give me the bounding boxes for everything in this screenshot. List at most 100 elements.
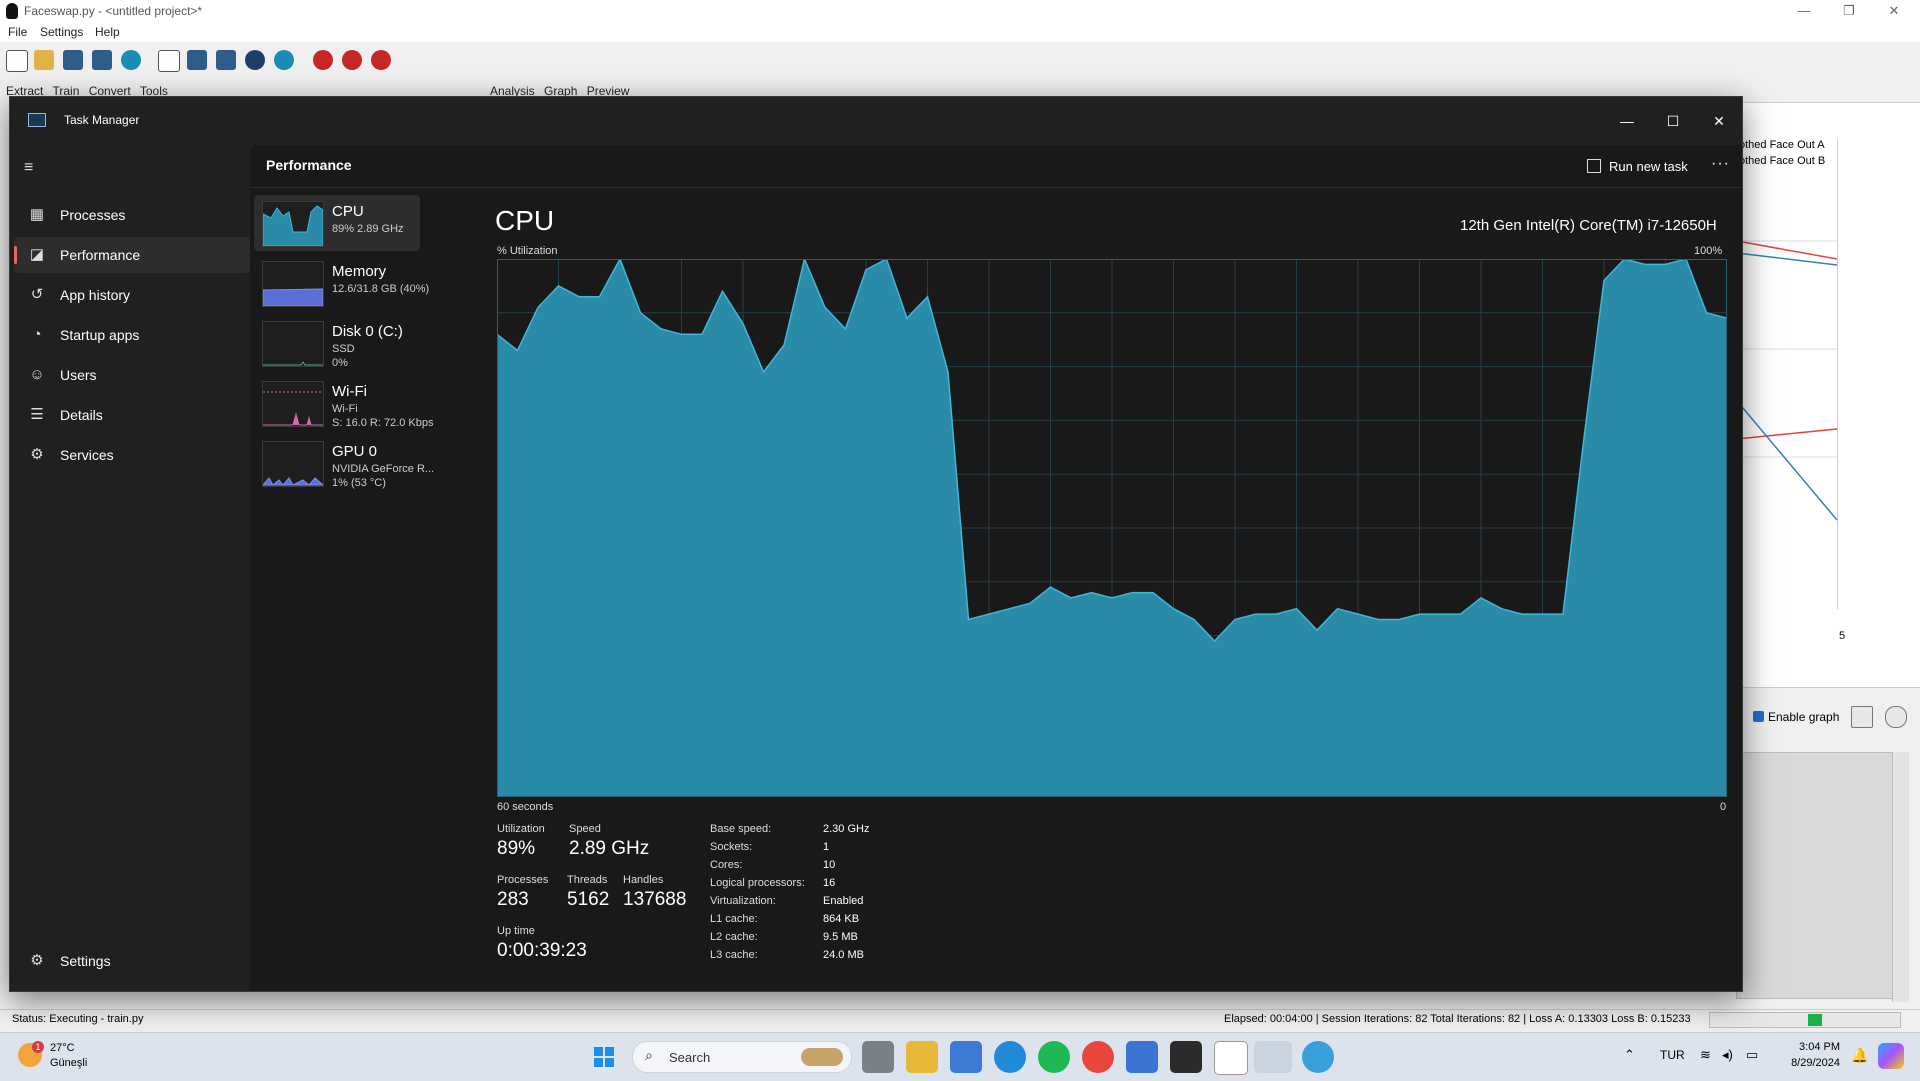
faceswap-logo-icon (6, 3, 18, 19)
nav-app-history[interactable]: ↺ App history (14, 277, 250, 313)
weather-desc[interactable]: Güneşli (50, 1057, 87, 1069)
performance-header: Performance Run new task ··· (250, 145, 1742, 188)
chrome-icon[interactable] (1082, 1041, 1114, 1073)
resource-cpu[interactable]: CPU 89% 2.89 GHz (254, 195, 420, 251)
faceswap-taskbar-icon[interactable] (1214, 1041, 1248, 1075)
patreon-icon[interactable] (371, 50, 391, 70)
clock-date[interactable]: 8/29/2024 (1780, 1057, 1840, 1069)
page-title: Performance (266, 157, 352, 173)
task-manager-title: Task Manager (64, 113, 140, 127)
hamburger-menu-icon[interactable]: ≡ (24, 159, 42, 177)
menu-file[interactable]: File (8, 25, 27, 39)
file-explorer-icon[interactable] (906, 1041, 938, 1073)
clear-icon[interactable] (245, 50, 265, 70)
nav-performance-label: Performance (60, 247, 141, 263)
cpu-heading: CPU (495, 205, 555, 236)
microsoft-store-icon[interactable] (950, 1041, 982, 1073)
globe-app-icon[interactable] (1302, 1041, 1334, 1073)
spec-value: 9.5 MB (823, 931, 858, 943)
nav-services[interactable]: ⚙ Services (14, 437, 250, 473)
faceswap-window-title: Faceswap.py - <untitled project>* (24, 4, 203, 18)
save-task-as-icon[interactable] (216, 50, 236, 70)
input-language[interactable]: TUR (1660, 1048, 1685, 1062)
refresh-graph-icon[interactable] (1885, 706, 1907, 728)
resource-wifi[interactable]: Wi-Fi Wi-Fi S: 16.0 R: 72.0 Kbps (254, 375, 434, 431)
nav-processes[interactable]: ▦ Processes (14, 197, 250, 233)
tm-minimize-button[interactable]: — (1604, 105, 1650, 137)
terminal-icon[interactable] (1170, 1041, 1202, 1073)
uptime-label: Up time (497, 925, 535, 937)
forum-icon[interactable] (342, 50, 362, 70)
performance-page: Performance Run new task ··· CPU 89% 2.8… (250, 145, 1742, 991)
resource-disk[interactable]: Disk 0 (C:) SSD 0% (254, 315, 420, 371)
resource-wifi-adapter: Wi-Fi (332, 403, 358, 415)
spotify-icon[interactable] (1038, 1041, 1070, 1073)
nav-users[interactable]: ☺ Users (14, 357, 250, 393)
spec-label: Base speed: (710, 823, 772, 835)
spec-value: 1 (823, 841, 830, 853)
wifi-mini-chart (263, 391, 323, 426)
tm-close-button[interactable]: ✕ (1696, 105, 1742, 137)
spec-label: Logical processors: (710, 877, 805, 889)
save-graph-icon[interactable] (1851, 706, 1873, 728)
taskbar-search-box[interactable]: ⌕ Search (632, 1041, 852, 1073)
nav-services-label: Services (60, 447, 114, 463)
notepad-icon[interactable] (1126, 1041, 1158, 1073)
open-project-icon[interactable] (34, 50, 54, 70)
resource-gpu[interactable]: GPU 0 NVIDIA GeForce R... 1% (53 °C) (254, 435, 434, 491)
gpu-thumbnail-graph (262, 441, 324, 487)
spec-label: Sockets: (710, 841, 753, 853)
nav-details[interactable]: ☰ Details (14, 397, 250, 433)
wifi-icon[interactable]: ≋ (1700, 1047, 1711, 1063)
battery-icon[interactable]: ▭ (1746, 1047, 1758, 1063)
loss-a-line (1737, 240, 1837, 260)
save-as-icon[interactable] (92, 50, 112, 70)
new-task-icon[interactable] (158, 50, 180, 72)
weather-temp[interactable]: 27°C (50, 1042, 75, 1054)
task-view-icon[interactable] (862, 1041, 894, 1073)
nav-startup-apps[interactable]: ◔ Startup apps (14, 317, 250, 353)
enable-graph-checkbox[interactable] (1753, 711, 1764, 722)
status-text: Status: Executing - train.py (12, 1013, 144, 1025)
faceswap-minimize-button[interactable]: — (1781, 0, 1827, 22)
run-new-task-button[interactable]: Run new task (1579, 154, 1696, 180)
spec-label: Virtualization: (710, 895, 776, 907)
search-icon: ⌕ (645, 1047, 653, 1063)
tm-maximize-button[interactable]: ☐ (1650, 105, 1696, 137)
start-windows-icon[interactable] (594, 1047, 614, 1067)
faceswap-restore-button[interactable]: ❐ (1826, 0, 1872, 22)
save-task-icon[interactable] (187, 50, 207, 70)
more-options-icon[interactable]: ··· (1711, 155, 1730, 173)
volume-icon[interactable]: ◂) (1722, 1047, 1733, 1063)
nav-settings[interactable]: ⚙ Settings (14, 943, 250, 979)
faceswap-graph-area (1737, 139, 1838, 609)
faceswap-graph-panel: othed Face Out A othed Face Out B 5 (1736, 102, 1920, 688)
app-history-icon: ↺ (30, 286, 44, 303)
menu-help[interactable]: Help (95, 25, 120, 39)
task-manager-nav: ≡ ▦ Processes ◪ Performance ↺ App histor… (10, 145, 250, 991)
spec-label: L1 cache: (710, 913, 758, 925)
utilization-label: Utilization (497, 823, 545, 835)
save-project-icon[interactable] (63, 50, 83, 70)
tray-overflow-chevron-icon[interactable]: ⌃ (1624, 1047, 1635, 1063)
cpu-utilization-chart (497, 259, 1727, 797)
resource-memory[interactable]: Memory 12.6/31.8 GB (40%) (254, 255, 429, 311)
time-axis-zero: 0 (1720, 801, 1727, 813)
faceswap-console-panel (1736, 752, 1908, 999)
faceswap-close-button[interactable]: ✕ (1871, 0, 1917, 22)
copilot-icon[interactable] (1878, 1043, 1904, 1069)
spec-label: Cores: (710, 859, 743, 871)
uptime-value: 0:00:39:23 (497, 940, 587, 961)
refresh-icon[interactable] (274, 50, 294, 70)
resource-gpu-usage: 1% (53 °C) (332, 477, 386, 489)
console-scrollbar[interactable] (1892, 752, 1909, 1002)
reload-icon[interactable] (121, 50, 141, 70)
menu-settings[interactable]: Settings (40, 25, 83, 39)
notification-bell-icon[interactable]: 🔔 (1851, 1047, 1868, 1064)
new-project-icon[interactable] (6, 50, 28, 72)
task-manager-taskbar-icon[interactable] (1254, 1041, 1292, 1073)
donate-icon[interactable] (313, 50, 333, 70)
nav-performance[interactable]: ◪ Performance (14, 237, 250, 273)
clock-time[interactable]: 3:04 PM (1792, 1041, 1840, 1053)
edge-browser-icon[interactable] (994, 1041, 1026, 1073)
